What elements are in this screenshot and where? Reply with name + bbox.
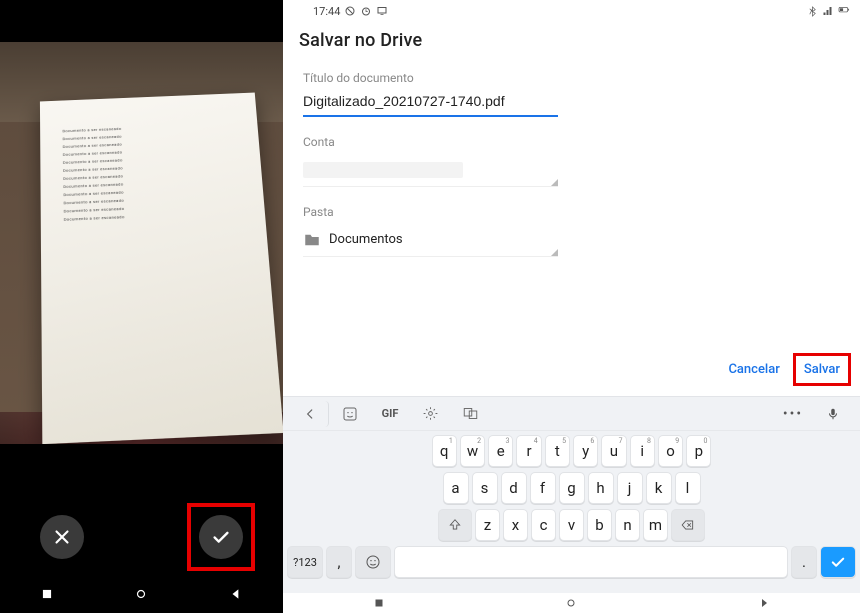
kb-shift-key[interactable] (438, 509, 472, 541)
kb-key-h[interactable]: h (588, 472, 614, 504)
back-button[interactable] (229, 586, 243, 605)
mic-icon (826, 407, 840, 421)
translate-icon (463, 406, 478, 421)
scanned-paper: Documento a ser escaneado Documento a se… (40, 93, 283, 444)
back-button[interactable] (758, 594, 770, 613)
battery-icon (838, 5, 850, 17)
kb-key-j[interactable]: j (617, 472, 643, 504)
kb-translate-button[interactable] (451, 401, 489, 427)
kb-collapse-button[interactable] (291, 401, 329, 427)
kb-key-d[interactable]: d (501, 472, 527, 504)
kb-key-n[interactable]: n (615, 509, 640, 541)
folder-selector[interactable]: Documentos (303, 223, 558, 257)
kb-key-m[interactable]: m (643, 509, 668, 541)
kb-key-t[interactable]: t5 (545, 435, 570, 467)
account-label: Conta (303, 135, 840, 149)
kb-key-p[interactable]: p0 (686, 435, 711, 467)
backspace-icon (680, 518, 696, 532)
check-icon (210, 526, 232, 548)
kb-backspace-key[interactable] (671, 509, 705, 541)
dialog-actions: Cancelar Salvar (728, 362, 842, 377)
kb-key-x[interactable]: x (503, 509, 528, 541)
kb-key-a[interactable]: a (443, 472, 469, 504)
emoji-icon (365, 554, 381, 570)
gear-icon (423, 406, 438, 421)
signal-icon (822, 5, 834, 17)
kb-dot-key[interactable]: . (791, 546, 817, 578)
dropdown-corner-icon (551, 179, 558, 186)
check-icon (829, 553, 847, 571)
kb-row-1: q1w2e3r4t5y6u7i8o9p0 (287, 435, 856, 467)
dropdown-corner-icon (551, 249, 558, 256)
home-button[interactable] (134, 586, 148, 605)
kb-key-u[interactable]: u7 (601, 435, 626, 467)
dnd-icon (344, 5, 356, 17)
shift-icon (448, 518, 462, 532)
recents-button[interactable] (373, 594, 385, 613)
cast-icon (376, 5, 388, 17)
doc-title-input[interactable] (303, 89, 558, 117)
kb-mic-button[interactable] (814, 401, 852, 427)
kb-row-2: asdfghjkl (287, 472, 856, 504)
chevron-left-icon (303, 407, 317, 421)
camera-confirm-screen: Documento a ser escaneado Documento a se… (0, 0, 283, 613)
kb-settings-button[interactable] (411, 401, 449, 427)
kb-key-w[interactable]: w2 (460, 435, 485, 467)
cancel-capture-button[interactable] (40, 515, 84, 559)
kb-key-i[interactable]: i8 (630, 435, 655, 467)
kb-sticker-button[interactable] (331, 401, 369, 427)
keyboard-toolbar: GIF ••• (283, 397, 860, 431)
kb-key-z[interactable]: z (475, 509, 500, 541)
kb-key-k[interactable]: k (646, 472, 672, 504)
kb-key-q[interactable]: q1 (432, 435, 457, 467)
kb-key-r[interactable]: r4 (516, 435, 541, 467)
android-navbar-right (283, 593, 860, 613)
kb-enter-key[interactable] (820, 546, 856, 578)
kb-emoji-key[interactable] (355, 546, 391, 578)
alarm-icon (360, 5, 372, 17)
kb-space-key[interactable] (394, 546, 788, 578)
sticker-icon (342, 406, 358, 422)
soft-keyboard: GIF ••• q1w2e3r4t5y6u7i8o9p0 asdfghjkl z… (283, 396, 860, 593)
folder-icon (303, 231, 321, 249)
captured-photo: Documento a ser escaneado Documento a se… (0, 42, 283, 444)
kb-comma-key[interactable]: , (326, 546, 352, 578)
save-to-drive-screen: 17:44 Salvar no Drive Título do document… (283, 0, 860, 613)
doc-title-label: Título do documento (303, 71, 840, 85)
kb-key-c[interactable]: c (531, 509, 556, 541)
recents-button[interactable] (40, 586, 54, 605)
bluetooth-icon (806, 5, 818, 17)
confirm-capture-button[interactable] (199, 515, 243, 559)
folder-value: Documentos (329, 232, 403, 247)
cancel-button[interactable]: Cancelar (728, 362, 779, 377)
android-navbar-left (0, 577, 283, 613)
kb-symbols-key[interactable]: ?123 (287, 546, 323, 578)
home-button[interactable] (565, 594, 577, 613)
kb-key-s[interactable]: s (472, 472, 498, 504)
kb-gif-button[interactable]: GIF (371, 401, 409, 427)
kb-key-g[interactable]: g (559, 472, 585, 504)
kb-key-v[interactable]: v (559, 509, 584, 541)
account-selector[interactable] (303, 153, 558, 187)
save-button[interactable]: Salvar (804, 362, 840, 377)
status-bar: 17:44 (283, 0, 860, 22)
status-time: 17:44 (313, 5, 340, 18)
kb-key-e[interactable]: e3 (488, 435, 513, 467)
kb-row-4: ?123 , . (287, 546, 856, 578)
kb-row-3: zxcvbnm (287, 509, 856, 541)
kb-spacer (491, 401, 772, 427)
kb-key-o[interactable]: o9 (658, 435, 683, 467)
dialog-title: Salvar no Drive (283, 22, 860, 65)
account-value-redacted (303, 162, 463, 178)
highlight-confirm (187, 503, 255, 571)
kb-key-l[interactable]: l (675, 472, 701, 504)
kb-key-b[interactable]: b (587, 509, 612, 541)
kb-key-f[interactable]: f (530, 472, 556, 504)
kb-key-y[interactable]: y6 (573, 435, 598, 467)
kb-more-button[interactable]: ••• (774, 401, 812, 427)
folder-label: Pasta (303, 205, 840, 219)
highlight-save: Salvar (793, 353, 851, 386)
close-icon (51, 526, 73, 548)
